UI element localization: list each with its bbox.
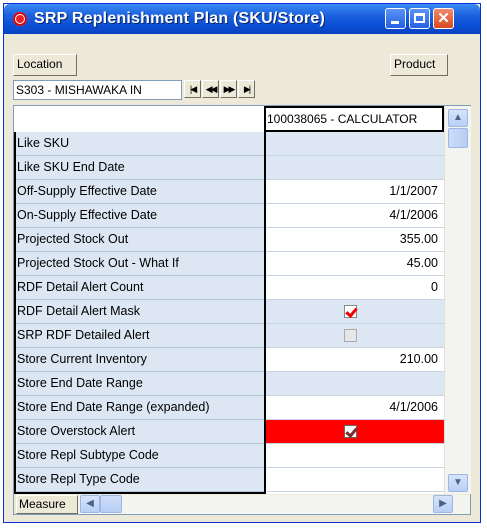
row-header-label[interactable]: Store Repl Type Code [14, 468, 264, 492]
grid-row: Store End Date Range (expanded) 4/1/2006 [14, 396, 444, 420]
grid-cell[interactable]: 0 [264, 276, 444, 300]
window-title: SRP Replenishment Plan (SKU/Store) [34, 10, 326, 27]
grid-cell[interactable] [264, 444, 444, 468]
close-icon: ✕ [437, 10, 450, 27]
measure-grid: 100038065 - CALCULATOR Like SKU Like SKU … [13, 105, 471, 515]
next-icon[interactable]: ▶▶ [220, 80, 237, 98]
grid-row: Store Current Inventory 210.00 [14, 348, 444, 372]
grid-cell[interactable] [264, 132, 444, 156]
row-header-label[interactable]: Store Overstock Alert [14, 420, 264, 444]
location-button[interactable]: Location [13, 54, 77, 76]
grid-row: RDF Detail Alert Mask [14, 300, 444, 324]
grid-cell[interactable] [264, 372, 444, 396]
grid-row: SRP RDF Detailed Alert [14, 324, 444, 348]
previous-icon[interactable]: ◀◀ [202, 80, 219, 98]
scroll-left-icon[interactable]: ◀ [80, 495, 100, 513]
grid-corner [14, 106, 264, 132]
grid-cell[interactable]: 45.00 [264, 252, 444, 276]
srp-replenishment-plan-window: SRP Replenishment Plan (SKU/Store) ✕ Loc… [3, 3, 481, 523]
grid-cell[interactable] [264, 420, 444, 444]
grid-cell[interactable] [264, 324, 444, 348]
grid-cell[interactable]: 1/1/2007 [264, 180, 444, 204]
close-button[interactable]: ✕ [433, 8, 454, 29]
minimize-button[interactable] [385, 8, 406, 29]
row-header-label[interactable]: SRP RDF Detailed Alert [14, 324, 264, 348]
row-header-label[interactable]: Store Current Inventory [14, 348, 264, 372]
grid-cell[interactable] [264, 468, 444, 492]
grid-cell[interactable]: 355.00 [264, 228, 444, 252]
vertical-scroll-thumb[interactable] [448, 128, 468, 148]
row-header-label[interactable]: RDF Detail Alert Mask [14, 300, 264, 324]
checkbox-disabled-icon [344, 329, 357, 342]
grid-row: Like SKU End Date [14, 156, 444, 180]
grid-row: Store Repl Subtype Code [14, 444, 444, 468]
grid-row: On-Supply Effective Date 4/1/2006 [14, 204, 444, 228]
grid-cell[interactable] [264, 156, 444, 180]
scroll-right-icon[interactable]: ▶ [433, 495, 453, 513]
grid-rows: Like SKU Like SKU End Date Off-Supply Effe… [14, 132, 444, 494]
maximize-button[interactable] [409, 8, 430, 29]
row-header-label[interactable]: Store Repl Subtype Code [14, 444, 264, 468]
last-icon[interactable]: ▶| [238, 80, 255, 98]
grid-cell[interactable]: 4/1/2006 [264, 396, 444, 420]
row-header-border-right [264, 132, 266, 494]
row-header-label[interactable]: RDF Detail Alert Count [14, 276, 264, 300]
location-navigation: |◀ ◀◀ ▶▶ ▶| [184, 80, 256, 100]
checkbox-checked-icon[interactable] [344, 425, 357, 438]
grid-row: Store Overstock Alert [14, 420, 444, 444]
row-header-label[interactable]: Projected Stock Out [14, 228, 264, 252]
row-header-label[interactable]: Off-Supply Effective Date [14, 180, 264, 204]
row-header-border-left [14, 132, 16, 494]
row-header-label[interactable]: Store End Date Range [14, 372, 264, 396]
checkbox-checked-icon[interactable] [344, 305, 357, 318]
title-bar[interactable]: SRP Replenishment Plan (SKU/Store) ✕ [4, 4, 480, 34]
row-header-label[interactable]: Like SKU [14, 132, 264, 156]
row-header-label[interactable]: Like SKU End Date [14, 156, 264, 180]
grid-cell[interactable]: 210.00 [264, 348, 444, 372]
row-header-label[interactable]: On-Supply Effective Date [14, 204, 264, 228]
grid-cell[interactable] [264, 300, 444, 324]
minimize-icon [391, 21, 399, 24]
horizontal-scrollbar[interactable]: ◀ ▶ [78, 495, 470, 514]
grid-bottom-bar: Measure ◀ ▶ [14, 494, 470, 514]
location-selector[interactable]: S303 - MISHAWAKA IN [13, 80, 182, 100]
product-column-header[interactable]: 100038065 - CALCULATOR [264, 106, 444, 132]
grid-row: RDF Detail Alert Count 0 [14, 276, 444, 300]
grid-row: Store Repl Type Code [14, 468, 444, 492]
row-header-label[interactable]: Projected Stock Out - What If [14, 252, 264, 276]
horizontal-scroll-thumb[interactable] [100, 495, 122, 513]
maximize-icon [414, 13, 425, 23]
grid-row: Off-Supply Effective Date 1/1/2007 [14, 180, 444, 204]
scroll-down-icon[interactable]: ▼ [448, 474, 468, 492]
measure-button[interactable]: Measure [16, 495, 78, 514]
vertical-scrollbar[interactable]: ▲ ▼ [444, 106, 471, 494]
grid-row: Store End Date Range [14, 372, 444, 396]
product-button[interactable]: Product [390, 54, 448, 76]
grid-row: Like SKU [14, 132, 444, 156]
first-icon[interactable]: |◀ [184, 80, 201, 98]
grid-row: Projected Stock Out - What If 45.00 [14, 252, 444, 276]
row-header-label[interactable]: Store End Date Range (expanded) [14, 396, 264, 420]
scroll-up-icon[interactable]: ▲ [448, 109, 468, 127]
grid-cell[interactable]: 4/1/2006 [264, 204, 444, 228]
grid-row: Projected Stock Out 355.00 [14, 228, 444, 252]
app-icon [13, 12, 27, 26]
